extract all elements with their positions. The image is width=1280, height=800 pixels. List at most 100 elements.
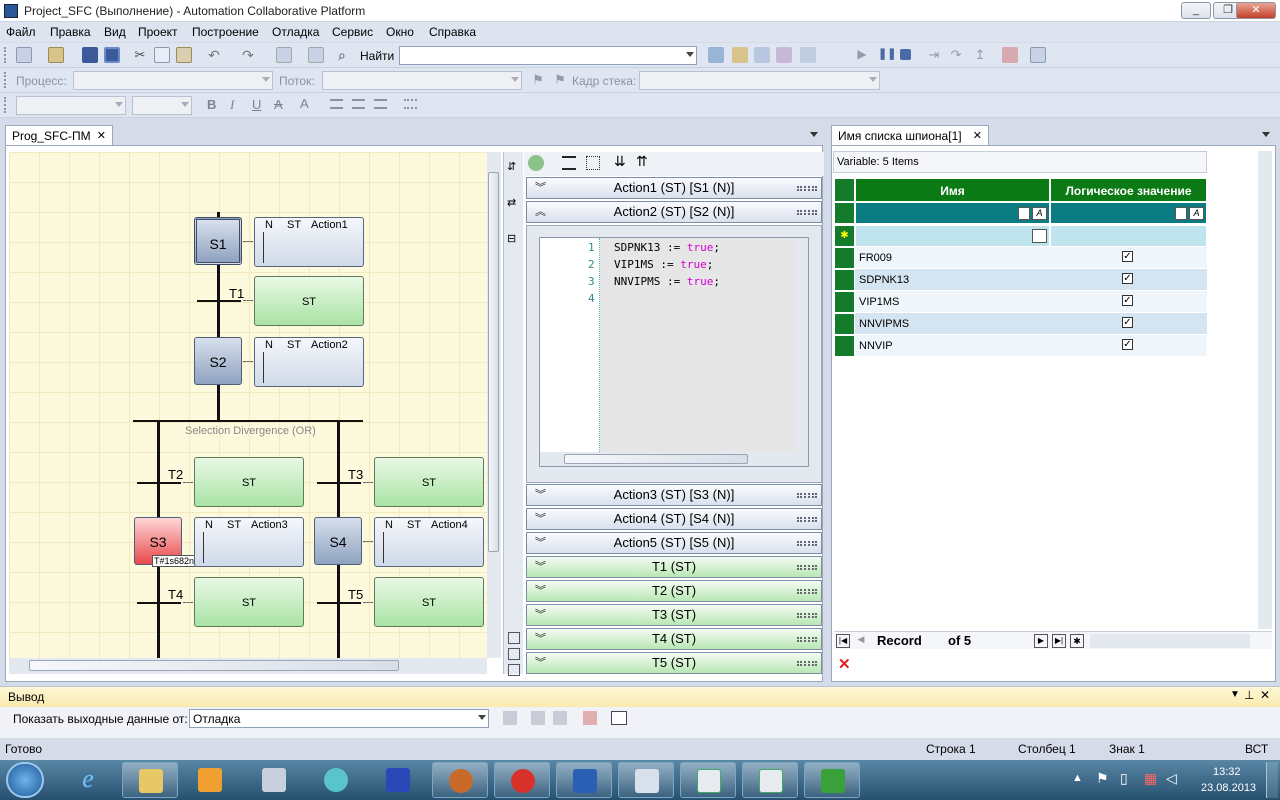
pause-icon[interactable]: ❚❚ xyxy=(878,47,896,63)
new-file-icon[interactable] xyxy=(16,47,32,63)
spy-value-cell[interactable]: ✓ xyxy=(1050,269,1207,291)
sfc-diagram-canvas[interactable]: Selection Divergence (OR) S1 N ST Action… xyxy=(9,152,487,658)
sfc-step-s1[interactable]: S1 xyxy=(194,217,242,265)
split-view-icon[interactable]: ⊟ xyxy=(507,232,516,245)
spy-variable-name[interactable]: NNVIPMS xyxy=(855,313,1050,335)
prev-message-icon[interactable] xyxy=(531,711,545,725)
menu-project[interactable]: Проект xyxy=(138,25,178,39)
spy-vertical-scrollbar[interactable] xyxy=(1258,151,1272,629)
transition-row[interactable]: ︾ T2 (ST) xyxy=(526,580,822,602)
new-row-value-cell[interactable] xyxy=(1050,225,1207,247)
new-record-icon[interactable]: ✱ xyxy=(1070,634,1084,648)
action-row-expanded[interactable]: ︽ Action2 (ST) [S2 (N)] xyxy=(526,201,822,223)
toolbar-grip[interactable] xyxy=(4,97,7,113)
layout-split-icon[interactable] xyxy=(508,648,520,660)
value-checkbox[interactable]: ✓ xyxy=(1122,273,1133,284)
taskbar-d-app[interactable] xyxy=(494,762,550,798)
taskbar-app[interactable] xyxy=(308,762,364,798)
step-over-icon[interactable]: ↷ xyxy=(948,47,964,63)
collapse-all-icon[interactable]: ⇊ xyxy=(614,153,626,170)
taskbar-window-1[interactable] xyxy=(680,762,736,798)
transition-row[interactable]: ︾ T3 (ST) xyxy=(526,604,822,626)
chevron-down-icon[interactable] xyxy=(1018,207,1030,220)
value-checkbox[interactable]: ✓ xyxy=(1122,317,1133,328)
sfc-view-icon[interactable]: ⇵ xyxy=(507,160,516,173)
taskbar-explorer[interactable] xyxy=(122,762,178,798)
menu-file[interactable]: Файл xyxy=(6,25,36,39)
name-filter-cell[interactable]: A xyxy=(855,202,1050,224)
chevron-down-icon[interactable] xyxy=(181,102,189,107)
ie-icon[interactable]: e xyxy=(66,764,110,796)
action-row[interactable]: ︾ Action5 (ST) [S5 (N)] xyxy=(526,532,822,554)
code-line[interactable]: SDPNK13 := true; xyxy=(614,241,720,254)
transition-condition-box[interactable]: ST xyxy=(194,577,304,627)
redo-icon[interactable]: ↷ xyxy=(240,47,256,63)
grid-view-icon[interactable] xyxy=(586,156,600,170)
transition-condition-box[interactable]: ST xyxy=(254,276,364,326)
taskbar-save-app[interactable] xyxy=(370,762,426,798)
taskbar-window-2[interactable] xyxy=(742,762,798,798)
code-line[interactable]: VIP1MS := true; xyxy=(614,258,713,271)
chevron-down-icon[interactable] xyxy=(1032,229,1047,243)
value-checkbox[interactable]: ✓ xyxy=(1122,339,1133,350)
last-record-icon[interactable]: ▶| xyxy=(1052,634,1066,648)
list-view-icon[interactable] xyxy=(562,156,576,170)
sfc-action-box[interactable]: N ST Action2 xyxy=(254,337,364,387)
menu-view[interactable]: Вид xyxy=(104,25,126,39)
action-row[interactable]: ︾ Action1 (ST) [S1 (N)] xyxy=(526,177,822,199)
code-vertical-scrollbar[interactable] xyxy=(796,238,808,452)
taskbar-paint[interactable] xyxy=(246,762,302,798)
step-into-icon[interactable]: ⇥ xyxy=(926,47,942,63)
sfc-action-box[interactable]: N ST Action1 xyxy=(254,217,364,267)
row-selector[interactable] xyxy=(834,313,855,335)
chevron-down-icon[interactable] xyxy=(1175,207,1187,220)
taskbar-automation-platform[interactable] xyxy=(432,762,488,798)
find-in-files-icon[interactable] xyxy=(708,47,724,63)
output-source-select[interactable]: Отладка xyxy=(189,709,489,728)
align-right-icon[interactable] xyxy=(374,99,387,109)
align-left-icon[interactable] xyxy=(330,99,343,109)
drag-handle-icon[interactable] xyxy=(797,541,817,546)
drag-handle-icon[interactable] xyxy=(797,493,817,498)
open-project-icon[interactable] xyxy=(48,47,64,63)
tools-icon[interactable] xyxy=(776,47,792,63)
sfc-step-s2[interactable]: S2 xyxy=(194,337,242,385)
device-icon[interactable]: ▯ xyxy=(1120,770,1128,787)
stop-icon[interactable] xyxy=(900,49,911,60)
toolbox-icon[interactable] xyxy=(800,47,816,63)
save-all-icon[interactable] xyxy=(104,47,120,63)
underline-button[interactable]: U xyxy=(252,97,261,112)
tab-prog-sfc[interactable]: Prog_SFC-ПМ ✕ xyxy=(5,125,113,145)
expand-all-icon[interactable]: ⇈ xyxy=(636,153,648,170)
action-row[interactable]: ︾ Action3 (ST) [S3 (N)] xyxy=(526,484,822,506)
pin-icon[interactable]: ⊥ xyxy=(1244,688,1254,702)
chevron-down-icon[interactable]: ︾ xyxy=(535,485,546,505)
chevron-down-icon[interactable] xyxy=(115,102,123,107)
code-line[interactable]: NNVIPMS := true; xyxy=(614,275,720,288)
st-code-editor[interactable]: 1 SDPNK13 := true; 2 VIP1MS := true; 3 N… xyxy=(539,237,809,467)
chevron-down-icon[interactable]: ︾ xyxy=(535,533,546,553)
row-selector[interactable] xyxy=(834,335,855,357)
minimize-button[interactable]: _ xyxy=(1181,2,1211,19)
first-record-icon[interactable]: |◀ xyxy=(836,634,850,648)
chevron-down-icon[interactable]: ︾ xyxy=(535,557,546,577)
tab-spy-list[interactable]: Имя списка шпиона[1] ✕ xyxy=(831,125,989,145)
drag-handle-icon[interactable] xyxy=(797,517,817,522)
transition-condition-box[interactable]: ST xyxy=(194,457,304,507)
close-button[interactable]: ✕ xyxy=(1236,2,1276,19)
new-row-icon[interactable]: ✱ xyxy=(834,225,855,247)
transition-row[interactable]: ︾ T4 (ST) xyxy=(526,628,822,650)
spy-horizontal-scrollbar[interactable] xyxy=(1090,634,1250,648)
chevron-down-icon[interactable]: ︾ xyxy=(535,629,546,649)
font-color-icon[interactable]: A xyxy=(300,96,314,111)
layout-single-icon[interactable] xyxy=(508,632,520,644)
word-wrap-icon[interactable] xyxy=(611,711,627,725)
scroll-thumb[interactable] xyxy=(29,660,399,671)
bold-button[interactable]: B xyxy=(207,97,216,112)
chevron-down-icon[interactable] xyxy=(686,52,694,57)
menu-debug[interactable]: Отладка xyxy=(272,25,319,39)
drag-handle-icon[interactable] xyxy=(797,186,817,191)
delete-icon[interactable]: ✕ xyxy=(838,655,851,673)
filter-operator-icon[interactable]: A xyxy=(1189,207,1204,220)
drag-handle-icon[interactable] xyxy=(797,613,817,618)
